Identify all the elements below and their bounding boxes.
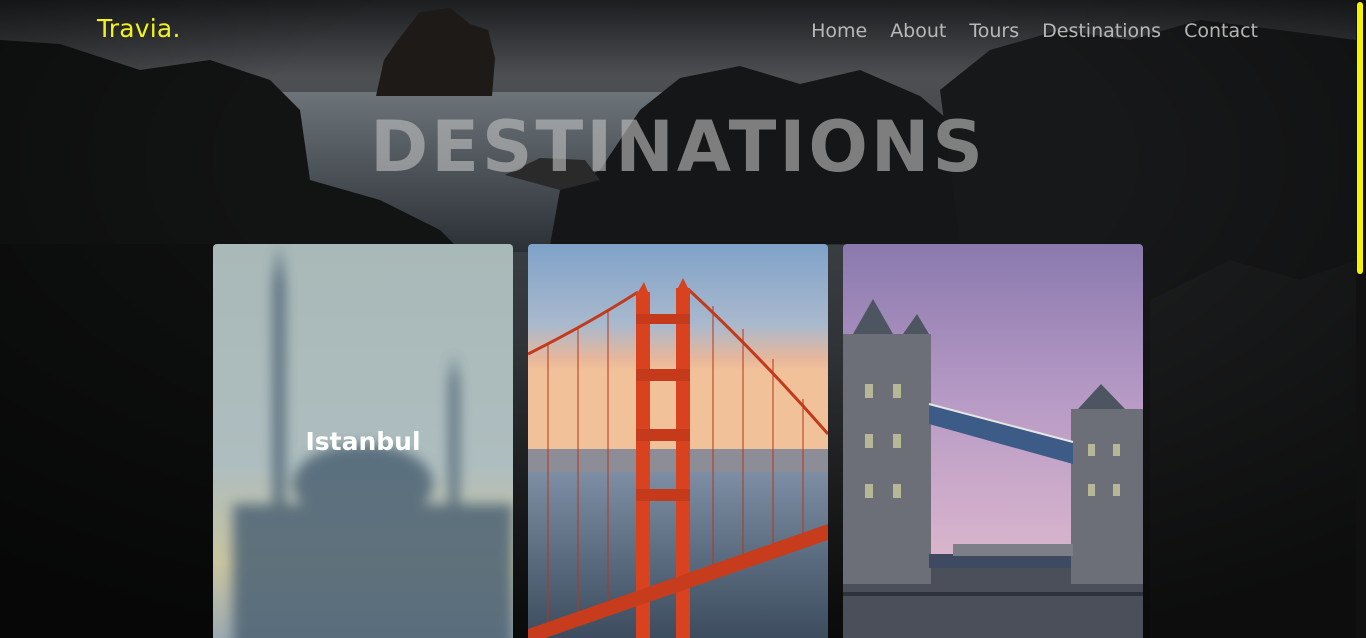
destination-card-tower-bridge[interactable]: [843, 244, 1143, 638]
nav-tours[interactable]: Tours: [969, 20, 1019, 42]
main-nav: Home About Tours Destinations Contact: [811, 20, 1258, 42]
golden-gate-bridge-image: [528, 244, 828, 638]
nav-contact[interactable]: Contact: [1184, 20, 1258, 42]
destination-card-golden-gate[interactable]: [528, 244, 828, 638]
nav-destinations[interactable]: Destinations: [1042, 20, 1161, 42]
site-logo[interactable]: Travia.: [97, 14, 181, 43]
scrollbar-thumb[interactable]: [1357, 2, 1363, 274]
tower-bridge-image: [843, 244, 1143, 638]
destination-card-istanbul[interactable]: Istanbul: [213, 244, 513, 638]
nav-about[interactable]: About: [890, 20, 946, 42]
page-scrollbar[interactable]: [1356, 0, 1366, 638]
page-title: DESTINATIONS: [370, 106, 986, 188]
nav-home[interactable]: Home: [811, 20, 867, 42]
card-label: Istanbul: [305, 427, 421, 456]
